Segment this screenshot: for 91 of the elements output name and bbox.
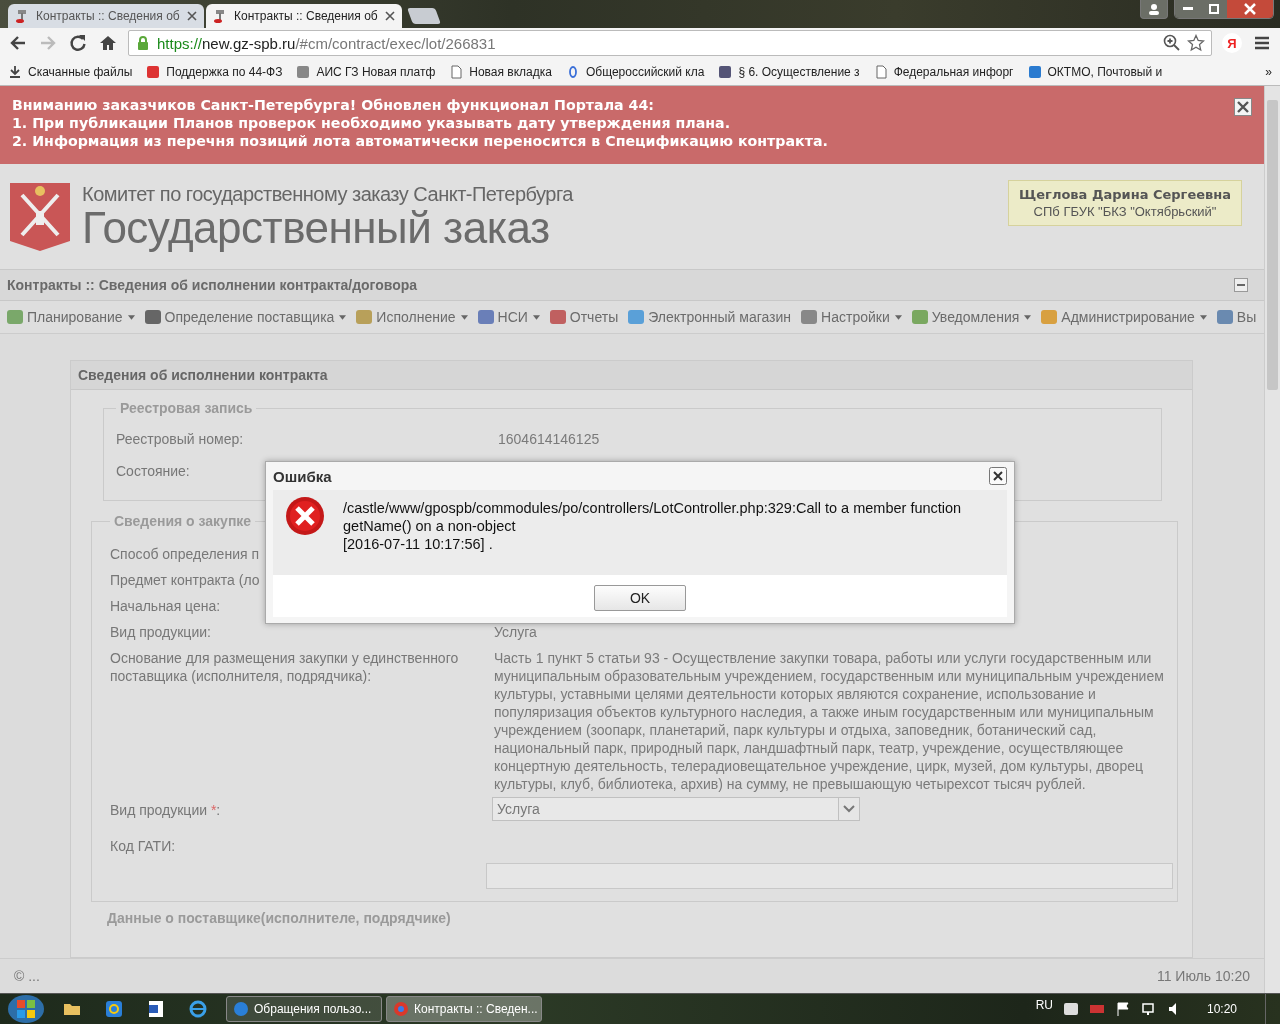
menu-item[interactable]: Планирование xyxy=(6,308,135,326)
error-timestamp: [2016-07-11 10:17:56] . xyxy=(343,535,494,553)
minimize-icon xyxy=(1183,7,1193,11)
windows-logo-icon xyxy=(15,998,37,1020)
zoom-icon[interactable] xyxy=(1163,34,1181,52)
browser-icon[interactable] xyxy=(188,999,208,1019)
profile-button[interactable] xyxy=(1140,0,1168,19)
product-name: Государственный заказ xyxy=(82,206,550,250)
page-title: Контракты :: Сведения об исполнении контракта/договора xyxy=(7,277,418,293)
collapse-icon[interactable] xyxy=(1234,278,1248,292)
field-label: Вид продукции: xyxy=(110,623,211,641)
close-icon[interactable] xyxy=(1234,98,1252,116)
field-label: Код ГАТИ: xyxy=(110,837,176,855)
bookmark[interactable]: Федеральная инфорг xyxy=(873,64,1014,79)
section-legend: Сведения о закупке xyxy=(110,513,256,529)
field-value: 1604614146125 xyxy=(498,430,601,448)
field-value: Часть 1 пункт 5 статьи 93 - Осуществление закупки товара, работы или услуги государственным или муниципальным образовательным учреждением, государственным или муниципальным учреждением культуры, уставными целями деятельности которых являются сохранение, использование и популяризация объектов культурного наследия, а также иным государственным или муниципальным учреждением (зоопарк, планетарий, парк культуры и отдыха, заповедник, ботанический сад, национальный парк, природный парк, ландшафтный парк, театр, учреждение, осуществляющее концертную деятельность, телерадиовещательное учреждение, цирк, музей, дом культуры, дворец культуры, клуб, библиотека, архив) на сумму, не превышающую четырехсот тысяч рублей. xyxy=(494,649,1165,793)
download-icon xyxy=(8,64,22,79)
field-value: Услуга xyxy=(494,623,538,641)
flag-icon[interactable] xyxy=(1114,1001,1131,1017)
close-icon[interactable] xyxy=(187,11,197,21)
minimize-button[interactable] xyxy=(1175,0,1201,18)
new-tab-button[interactable] xyxy=(407,8,441,24)
language-indicator[interactable]: RU xyxy=(1035,998,1053,1012)
more-bookmarks[interactable]: » xyxy=(1265,64,1272,79)
maximize-button[interactable] xyxy=(1201,0,1227,18)
panel-title: Сведения об исполнении контракта xyxy=(71,361,1192,390)
bookmark[interactable]: Общероссийский кла xyxy=(565,64,705,79)
menu-item[interactable]: Настройки xyxy=(800,308,902,326)
star-icon[interactable] xyxy=(1187,34,1205,52)
field-label: Основание для размещения закупки у единственного поставщика (исполнителя, подрядчика): xyxy=(110,649,460,685)
ok-button[interactable]: OK xyxy=(594,585,686,611)
menu-item[interactable]: Электронный магазин xyxy=(627,308,792,326)
scrollbar[interactable] xyxy=(1264,86,1280,993)
field-label: Реестровый номер: xyxy=(116,430,244,448)
close-icon[interactable] xyxy=(989,467,1007,485)
notice-text: Вниманию заказчиков Санкт-Петербурга! Обновлен функционал Портала 44: xyxy=(12,96,655,114)
field-label: Предмет контракта (ло xyxy=(110,571,260,589)
menu-item[interactable]: Исполнение xyxy=(355,308,468,326)
mail-icon[interactable] xyxy=(104,999,124,1019)
clock[interactable]: 10:20 xyxy=(1206,1002,1237,1016)
close-icon xyxy=(1244,3,1256,15)
bookmark[interactable]: АИС ГЗ Новая платф xyxy=(296,64,436,79)
field-label: Вид продукции *: xyxy=(110,801,221,819)
field-label: Способ определения п xyxy=(110,545,259,563)
maximize-icon xyxy=(1209,4,1219,14)
bookmark[interactable]: Новая вкладка xyxy=(449,64,552,79)
menu-item[interactable]: Определение поставщика xyxy=(143,308,347,326)
page-icon xyxy=(449,64,464,79)
gati-input-field[interactable] xyxy=(486,863,1173,889)
dialog-title: Ошибка xyxy=(273,467,332,485)
copyright-text: © ... xyxy=(14,968,40,984)
taskbar-window[interactable]: Обращения пользо... xyxy=(226,996,382,1022)
section-legend: Данные о поставщике(исполнителе, подрядчике) xyxy=(107,910,1178,926)
user-card[interactable]: Щеглова Дарина Сергеевна СПб ГБУК "БКЗ "Октябрьский" xyxy=(1008,179,1242,226)
menu-item[interactable]: Отчеты xyxy=(548,308,619,326)
error-icon xyxy=(285,496,325,536)
menu-item[interactable]: Вы xyxy=(1215,308,1257,326)
page-icon xyxy=(873,64,888,79)
network-icon[interactable] xyxy=(1140,1001,1157,1017)
user-organization: СПб ГБУК "БКЗ "Октябрьский" xyxy=(1032,203,1218,219)
error-message: /castle/www/gpospb/commodules/po/controllers/LotController.php:329:Call to a member function getName() on a non-object xyxy=(343,499,963,535)
menu-item[interactable]: НСИ xyxy=(476,308,540,326)
lock-icon xyxy=(135,35,151,51)
menu-item[interactable]: Администрирование xyxy=(1040,308,1207,326)
section-legend: Реестровая запись xyxy=(116,400,257,416)
browser-tab[interactable]: Контракты :: Сведения об xyxy=(206,4,402,28)
product-type-select[interactable]: Услуга xyxy=(492,797,860,821)
profile-letter[interactable]: Я xyxy=(1222,33,1242,53)
person-icon xyxy=(1148,3,1160,15)
tray-icon[interactable] xyxy=(1062,1001,1079,1017)
address-bar[interactable]: https://new.gz-spb.ru/#cm/contract/exec/lot/266831 xyxy=(128,30,1212,56)
browser-tab[interactable]: Контракты :: Сведения об xyxy=(8,4,204,28)
field-label: Начальная цена: xyxy=(110,597,221,615)
notice-text: 2. Информация из перечня позиций лота автоматически переносится в Спецификацию контракта. xyxy=(12,132,829,150)
field-label: Состояние: xyxy=(116,462,190,480)
user-name: Щеглова Дарина Сергеевна xyxy=(1019,186,1231,202)
notice-text: 1. При публикации Планов проверок необходимо указывать дату утверждения плана. xyxy=(12,114,732,132)
bookmark[interactable]: ОКТМО, Почтовый и xyxy=(1027,64,1163,79)
taskbar-window[interactable]: Контракты :: Сведен... xyxy=(386,996,542,1022)
start-button[interactable] xyxy=(8,995,44,1023)
bookmark[interactable]: Скачанные файлы xyxy=(8,64,133,79)
bookmark[interactable]: § 6. Осуществление з xyxy=(718,64,860,79)
menu-item[interactable]: Уведомления xyxy=(910,308,1032,326)
date-time: 11 Июль 10:20 xyxy=(1156,968,1250,984)
bookmark[interactable]: Поддержка по 44-ФЗ xyxy=(146,64,283,79)
reload-icon[interactable] xyxy=(68,33,88,53)
home-icon[interactable] xyxy=(98,33,118,53)
close-icon[interactable] xyxy=(385,11,395,21)
org-name: Комитет по государственному заказу Санкт-Петербурга xyxy=(82,183,573,206)
close-window-button[interactable] xyxy=(1227,0,1273,18)
